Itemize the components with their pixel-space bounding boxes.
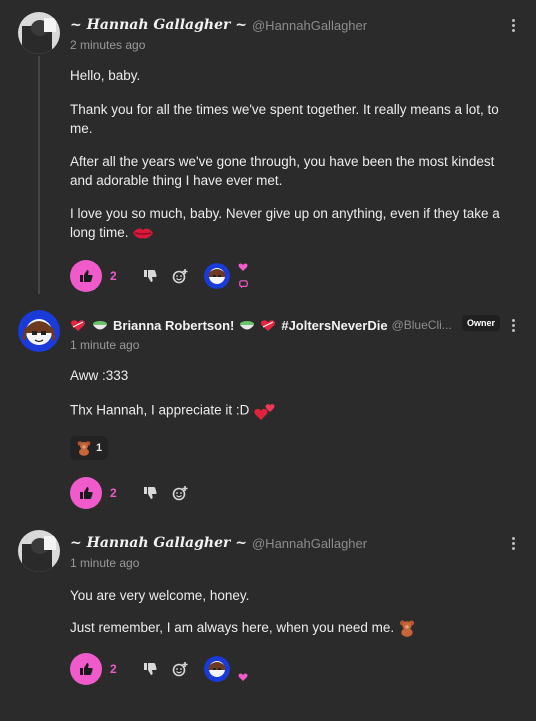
teddy-bear-icon bbox=[77, 441, 91, 456]
paragraph: Hello, baby. bbox=[70, 68, 141, 83]
more-vertical-icon[interactable] bbox=[510, 18, 516, 34]
heart-icon bbox=[238, 263, 248, 271]
more-vertical-icon[interactable] bbox=[510, 318, 516, 334]
bowl-icon bbox=[240, 320, 255, 329]
kiss-lips-icon bbox=[133, 228, 154, 239]
like-button[interactable] bbox=[70, 653, 102, 685]
heart-icon bbox=[238, 673, 248, 681]
comment-icon bbox=[239, 280, 248, 289]
add-reaction-icon bbox=[172, 662, 188, 677]
thumbs-up-icon bbox=[80, 487, 93, 499]
add-reaction-icon bbox=[172, 269, 188, 284]
like-button[interactable] bbox=[70, 477, 102, 509]
owner-badge: Owner bbox=[462, 315, 501, 331]
paragraph: Thank you for all the times we've spent … bbox=[70, 102, 499, 136]
paragraph: After all the years we've gone through, … bbox=[70, 154, 495, 188]
like-count: 2 bbox=[110, 662, 117, 676]
thumbs-down-icon bbox=[144, 270, 157, 282]
thread-line bbox=[38, 56, 40, 294]
reactor-avatar[interactable] bbox=[204, 263, 230, 289]
author-avatar[interactable] bbox=[18, 530, 60, 572]
reaction-chip[interactable]: 1 bbox=[70, 436, 109, 460]
author-handle[interactable]: @HannahGallagher bbox=[252, 18, 367, 33]
author-name[interactable]: Brianna Robertson! bbox=[113, 318, 234, 333]
dislike-button[interactable] bbox=[138, 657, 162, 681]
post-timestamp: 2 minutes ago bbox=[70, 38, 146, 52]
paragraph: I love you so much, baby. Never give up … bbox=[70, 204, 510, 242]
paragraph: Just remember, I am always here, when yo… bbox=[70, 618, 510, 638]
teddy-bear-icon bbox=[399, 620, 415, 638]
reaction-count: 1 bbox=[96, 442, 103, 454]
author-handle[interactable]: @BlueCli... bbox=[392, 318, 452, 332]
paragraph: Thx Hannah, I appreciate it :D bbox=[70, 400, 510, 422]
thumbs-down-icon bbox=[144, 663, 157, 675]
author-avatar[interactable] bbox=[18, 12, 60, 54]
heart-icon bbox=[261, 319, 276, 331]
two-hearts-icon bbox=[254, 404, 275, 420]
thumbs-down-icon bbox=[144, 487, 157, 499]
author-avatar[interactable] bbox=[18, 310, 60, 352]
post-timestamp: 1 minute ago bbox=[70, 556, 140, 570]
add-reaction-button[interactable] bbox=[168, 481, 192, 505]
author-name[interactable]: ~ Hannah Gallagher ~ bbox=[70, 17, 247, 33]
add-reaction-icon bbox=[172, 486, 188, 501]
like-button[interactable] bbox=[70, 260, 102, 292]
post-timestamp: 1 minute ago bbox=[70, 338, 140, 352]
paragraph-text: Just remember, I am always here, when yo… bbox=[70, 620, 395, 635]
more-vertical-icon[interactable] bbox=[510, 536, 516, 552]
paragraph-text: Thx Hannah, I appreciate it :D bbox=[70, 402, 250, 418]
thumbs-up-icon bbox=[80, 663, 93, 675]
like-count: 2 bbox=[110, 486, 117, 500]
author-name[interactable]: ~ Hannah Gallagher ~ bbox=[70, 535, 247, 551]
paragraph: Aww :333 bbox=[70, 368, 129, 383]
dislike-button[interactable] bbox=[138, 481, 162, 505]
bowl-icon bbox=[93, 320, 107, 329]
add-reaction-button[interactable] bbox=[168, 264, 192, 288]
thumbs-up-icon bbox=[80, 270, 93, 282]
reactor-avatar[interactable] bbox=[204, 656, 230, 682]
author-tag[interactable]: #JoltersNeverDie bbox=[281, 318, 387, 333]
like-count: 2 bbox=[110, 269, 117, 283]
author-handle[interactable]: @HannahGallagher bbox=[252, 536, 367, 551]
heart-icon bbox=[70, 319, 86, 331]
add-reaction-button[interactable] bbox=[168, 657, 192, 681]
paragraph: You are very welcome, honey. bbox=[70, 588, 250, 603]
dislike-button[interactable] bbox=[138, 264, 162, 288]
